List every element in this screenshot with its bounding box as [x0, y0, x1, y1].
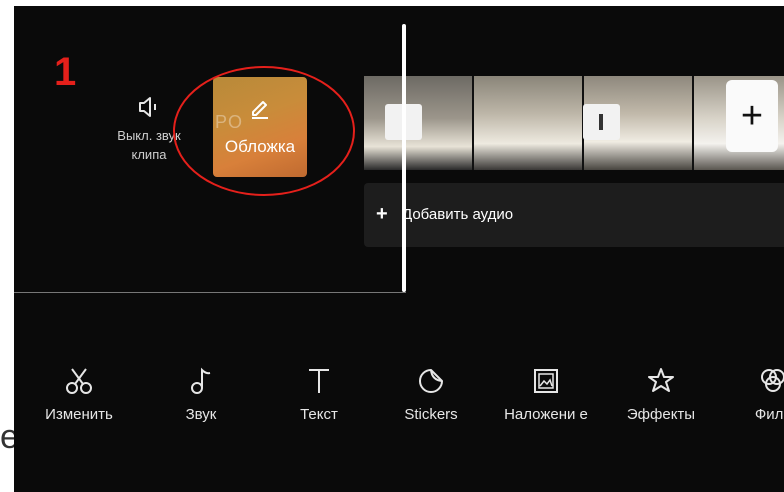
- tool-label: Филь: [754, 406, 784, 423]
- clip-frame: [474, 76, 584, 170]
- add-audio-label: Добавить аудио: [402, 206, 514, 223]
- effects-star-icon: [648, 368, 674, 392]
- mute-clip-label: Выкл. звук клипа: [117, 128, 181, 162]
- plus-icon: +: [740, 95, 764, 137]
- filter-icon: [761, 369, 784, 392]
- overlay-icon: [534, 369, 558, 393]
- bottom-toolbar: Изменить Звук Текст Stickers Наложени е …: [14, 366, 784, 486]
- tool-label: Stickers: [404, 406, 458, 423]
- tool-label: Наложени е: [504, 406, 588, 423]
- music-note-icon: [191, 367, 211, 394]
- add-clip-button[interactable]: +: [726, 80, 778, 152]
- scissors-icon: [66, 368, 92, 394]
- annotation-circle: [173, 66, 355, 196]
- plus-icon: +: [376, 203, 388, 225]
- add-audio-button[interactable]: + Добавить аудио: [364, 183, 784, 247]
- text-icon: [309, 369, 329, 393]
- tool-filters[interactable]: Филь: [718, 366, 784, 426]
- step-number-label: 1: [54, 50, 77, 94]
- video-clip-strip[interactable]: [364, 76, 784, 170]
- tool-overlay[interactable]: Наложени е: [491, 366, 601, 426]
- speaker-off-icon: [139, 97, 156, 117]
- video-editor-screen: 1 Выкл. звук клипа PO Обложка + + Добави…: [14, 6, 784, 492]
- sticker-icon: [419, 369, 443, 393]
- clip-transition-handle[interactable]: [583, 104, 620, 140]
- tool-sound[interactable]: Звук: [146, 366, 256, 426]
- divider-line: [14, 292, 406, 293]
- tool-edit[interactable]: Изменить: [24, 366, 134, 426]
- tool-label: Текст: [300, 406, 338, 423]
- tool-effects[interactable]: Эффекты: [606, 366, 716, 426]
- tool-label: Эффекты: [626, 406, 696, 423]
- tool-label: Звук: [185, 406, 217, 423]
- tool-label: Изменить: [45, 406, 113, 423]
- tool-stickers[interactable]: Stickers: [376, 366, 486, 426]
- playhead[interactable]: [402, 24, 406, 292]
- tool-text[interactable]: Текст: [264, 366, 374, 426]
